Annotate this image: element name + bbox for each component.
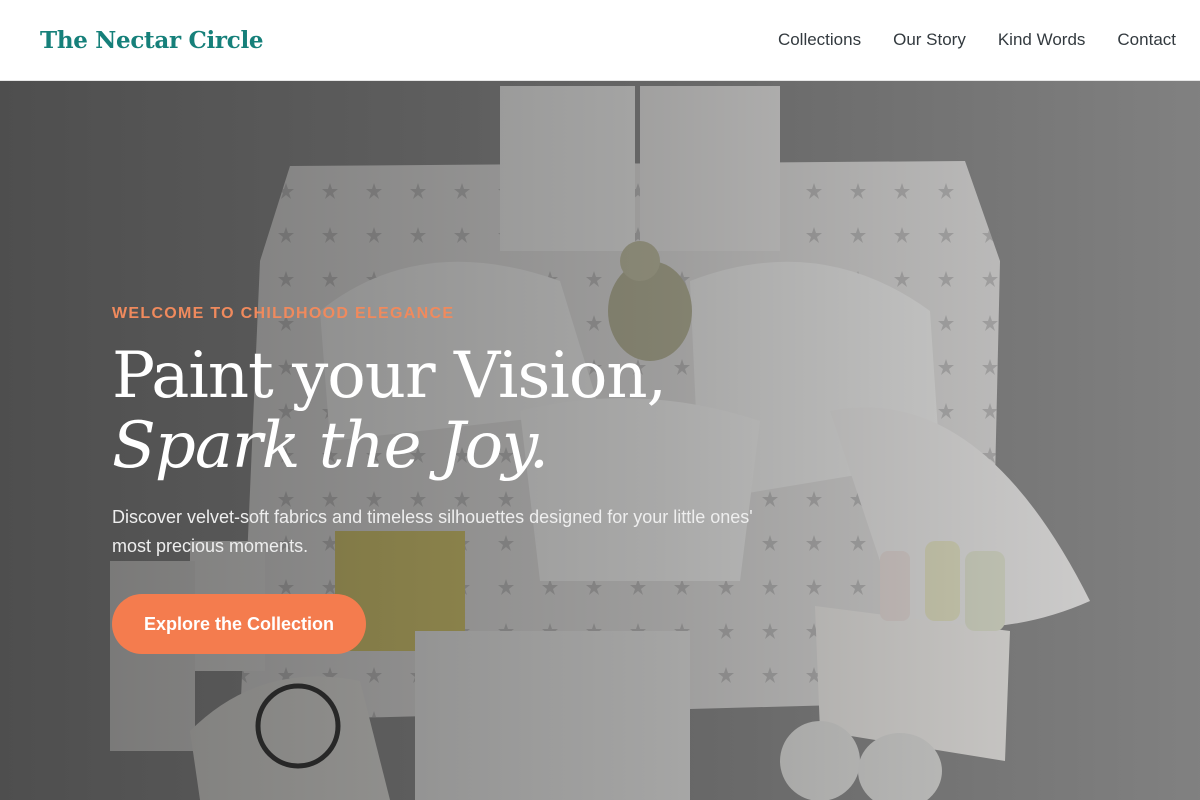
explore-collection-button[interactable]: Explore the Collection bbox=[112, 594, 366, 654]
hero-headline-line2: Spark the Joy. bbox=[112, 409, 549, 483]
nav-link-collections[interactable]: Collections bbox=[778, 30, 861, 50]
main-nav: Collections Our Story Kind Words Contact bbox=[746, 30, 1176, 50]
top-navbar: The Nectar Circle Collections Our Story … bbox=[0, 0, 1200, 81]
hero-content: WELCOME TO CHILDHOOD ELEGANCE Paint your… bbox=[112, 305, 792, 654]
hero-headline: Paint your Vision, Spark the Joy. bbox=[112, 341, 792, 481]
nav-link-kind-words[interactable]: Kind Words bbox=[998, 30, 1086, 50]
brand-logo[interactable]: The Nectar Circle bbox=[40, 27, 264, 54]
nav-link-our-story[interactable]: Our Story bbox=[893, 30, 966, 50]
hero-eyebrow: WELCOME TO CHILDHOOD ELEGANCE bbox=[112, 305, 455, 322]
hero-section: WELCOME TO CHILDHOOD ELEGANCE Paint your… bbox=[0, 81, 1200, 800]
hero-subtext: Discover velvet-soft fabrics and timeles… bbox=[112, 507, 753, 556]
nav-link-contact[interactable]: Contact bbox=[1117, 30, 1176, 50]
hero-headline-line1: Paint your Vision, bbox=[112, 339, 667, 413]
